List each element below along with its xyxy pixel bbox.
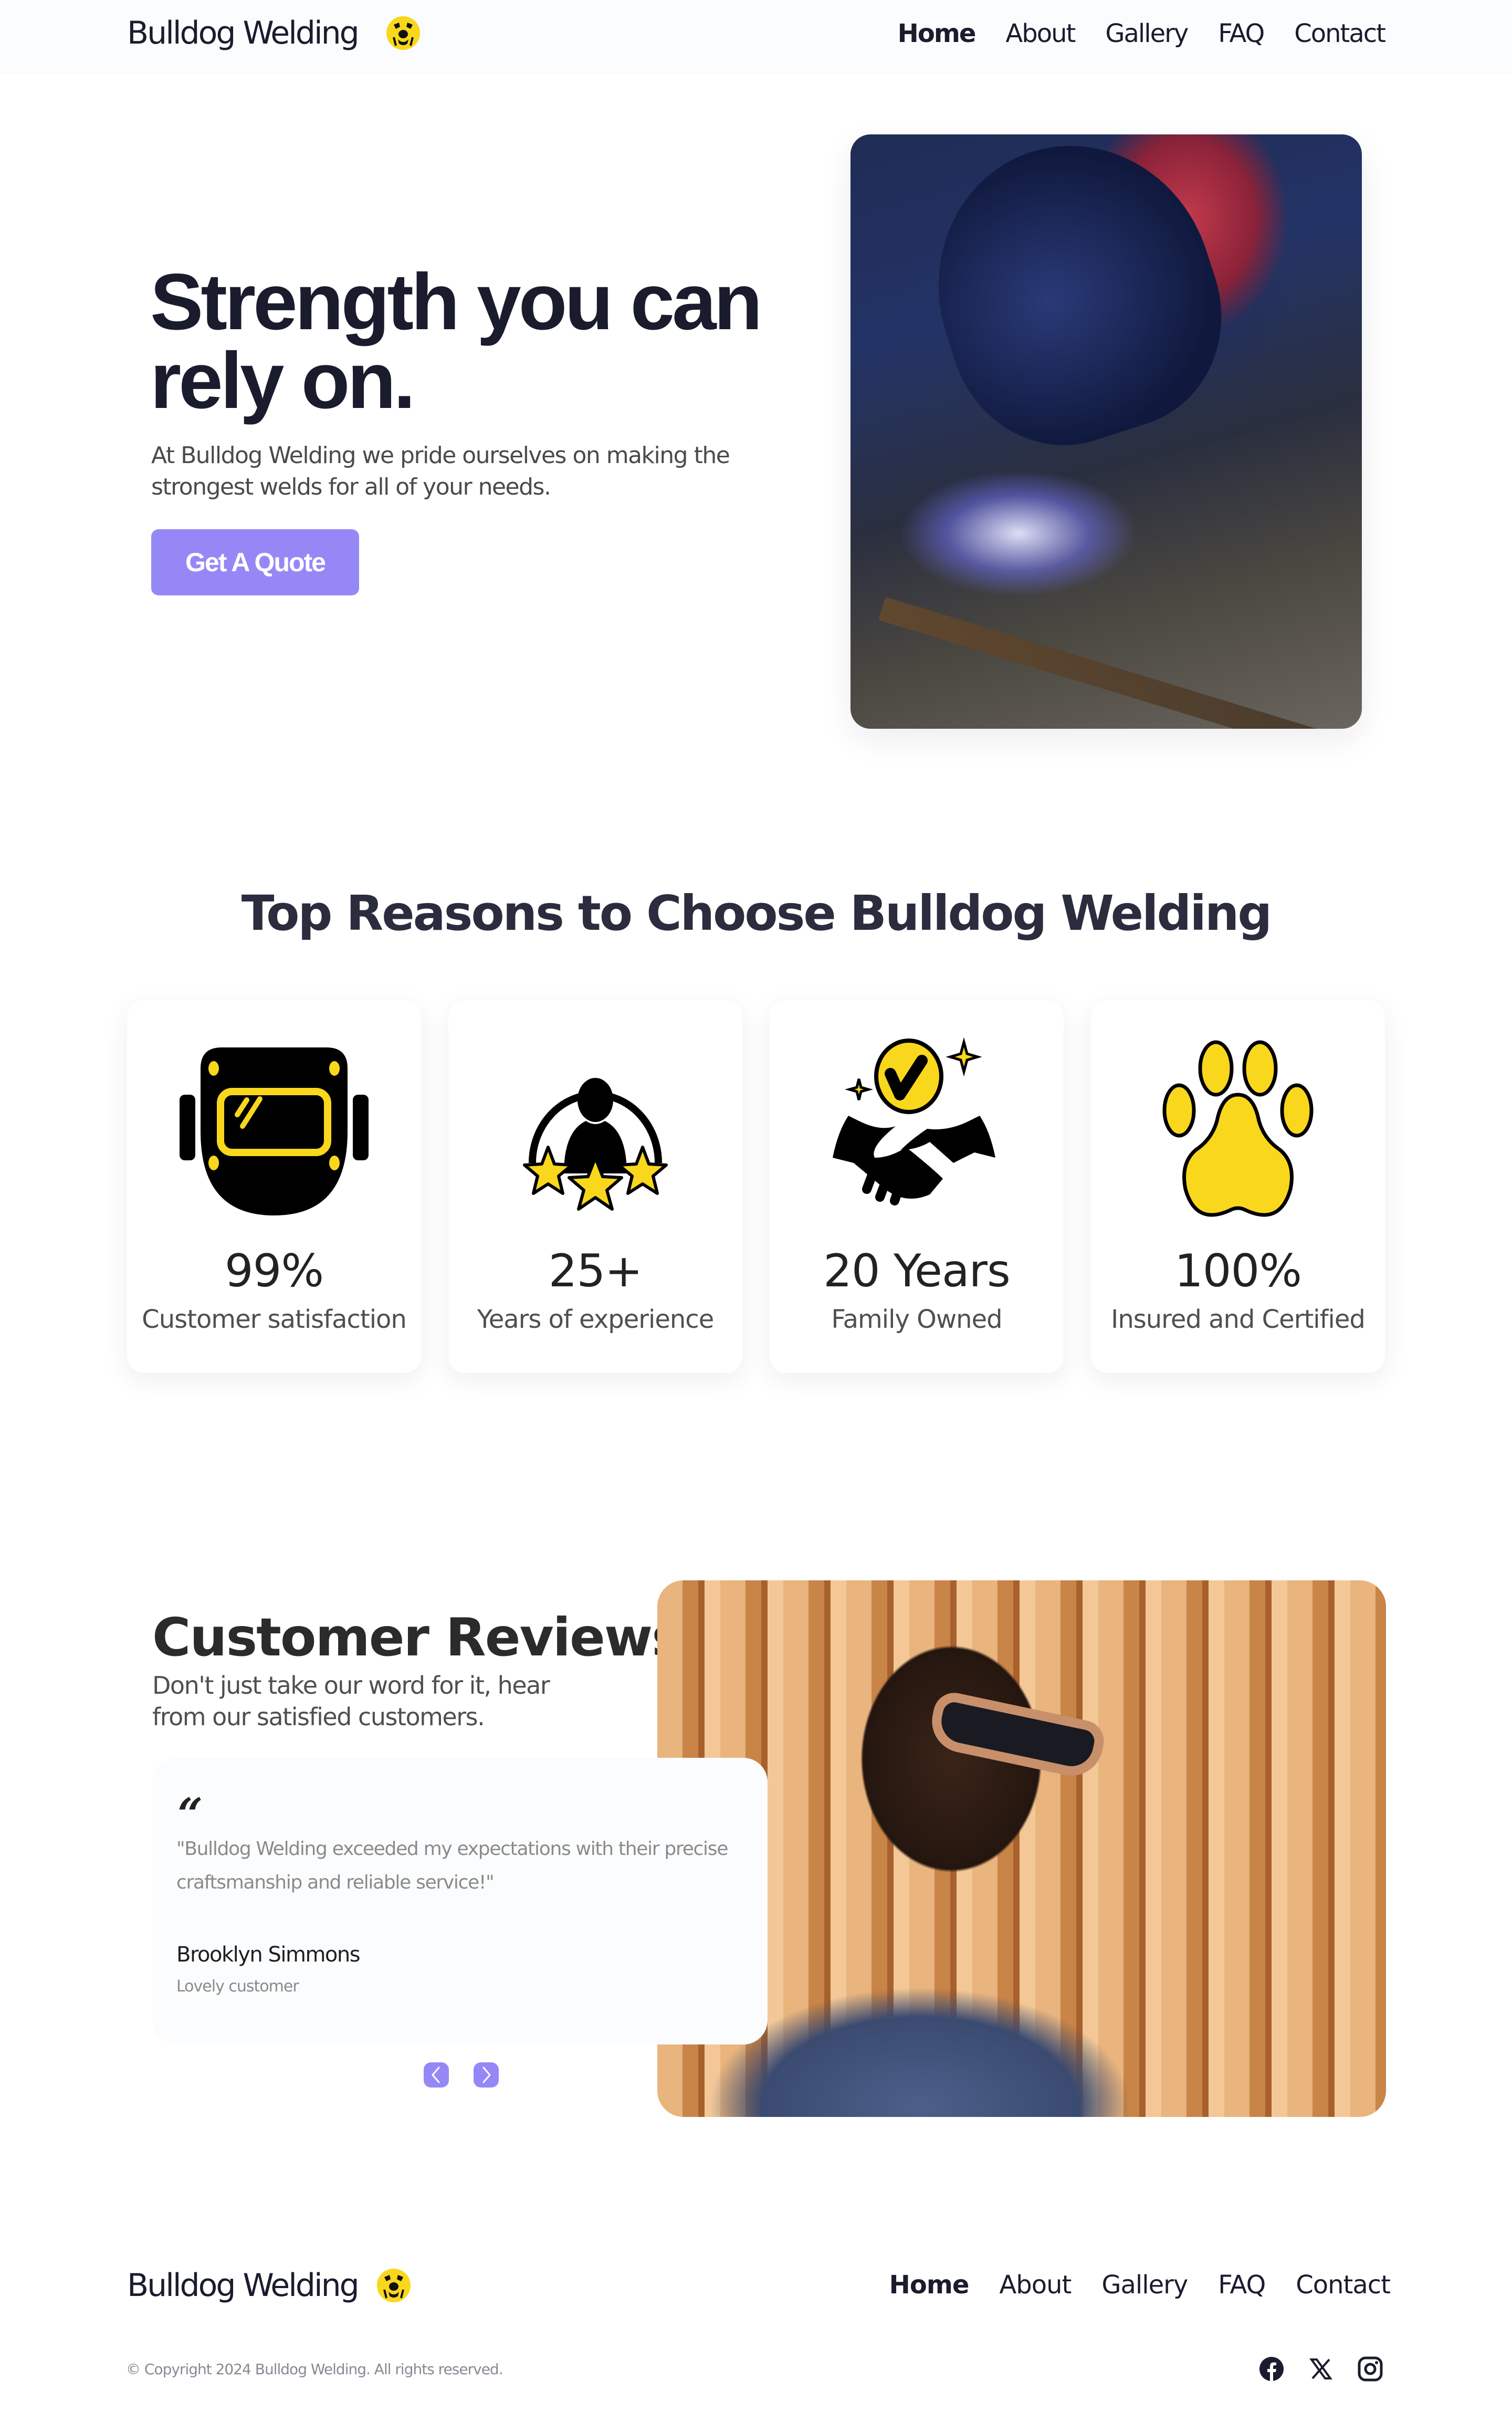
reason-card: 25+ Years of experience: [448, 1000, 742, 1373]
x-icon[interactable]: [1308, 2356, 1334, 2382]
brand-name: Bulldog Welding: [127, 15, 360, 51]
paw-print-icon: [1162, 1040, 1314, 1217]
steel-bar-shape: [878, 597, 1362, 729]
footer-brand-name: Bulldog Welding: [127, 2267, 360, 2304]
brand[interactable]: Bulldog Welding: [127, 15, 420, 51]
footer-link-contact[interactable]: Contact: [1296, 2270, 1391, 2300]
reviews-subtitle: Don't just take our word for it, hear fr…: [152, 1671, 550, 1731]
reason-card: 99% Customer satisfaction: [127, 1000, 421, 1373]
welding-mask-icon: [180, 1047, 369, 1215]
review-card: “ "Bulldog Welding exceeded my expectati…: [152, 1758, 768, 2044]
review-text: "Bulldog Welding exceeded my expectation…: [176, 1838, 728, 1893]
reasons-cards: 99% Customer satisfaction 25+ Years of e…: [127, 1000, 1385, 1373]
person-stars-icon: [523, 1078, 668, 1211]
nav-link-contact[interactable]: Contact: [1294, 19, 1386, 48]
chevron-right-icon: [482, 2067, 491, 2083]
quote-mark-icon: “: [177, 1788, 203, 1840]
bulldog-face-icon: [376, 2269, 411, 2302]
reason-card: 100% Insured and Certified: [1091, 1000, 1385, 1373]
reason-label: Family Owned: [831, 1305, 1002, 1334]
nav-link-gallery[interactable]: Gallery: [1105, 19, 1189, 48]
reason-label: Years of experience: [477, 1305, 714, 1334]
hero-title: Strength you can rely on.: [150, 257, 762, 425]
footer-links: Home About Gallery FAQ Contact: [889, 2270, 1391, 2300]
nav-link-faq[interactable]: FAQ: [1218, 19, 1265, 48]
reason-label: Customer satisfaction: [142, 1305, 407, 1334]
instagram-icon[interactable]: [1358, 2356, 1383, 2382]
reason-value: 20 Years: [823, 1245, 1011, 1297]
chevron-left-icon: [432, 2067, 440, 2083]
social-links: [1259, 2356, 1383, 2382]
footer-link-gallery[interactable]: Gallery: [1101, 2270, 1188, 2300]
reviewer-role: Lovely customer: [176, 1977, 299, 1996]
reviews-title: Customer Reviews: [152, 1607, 683, 1668]
footer-link-faq[interactable]: FAQ: [1218, 2270, 1266, 2300]
welding-helmet-shape: [901, 134, 1252, 474]
hero-welder-image: [850, 134, 1362, 729]
reason-value: 100%: [1174, 1245, 1302, 1297]
sunglasses-shape: [926, 1689, 1108, 1782]
top-nav: Bulldog Welding Home About Gallery FAQ C…: [0, 0, 1512, 74]
footer-link-about[interactable]: About: [999, 2270, 1072, 2300]
copyright: © Copyright 2024 Bulldog Welding. All ri…: [126, 2361, 503, 2378]
nav-link-about[interactable]: About: [1005, 19, 1076, 48]
hero-subtitle: At Bulldog Welding we pride ourselves on…: [151, 442, 730, 500]
footer-link-home[interactable]: Home: [889, 2270, 970, 2300]
get-quote-button[interactable]: Get A Quote: [151, 529, 359, 595]
handshake-check-icon: [833, 1037, 995, 1205]
reviewer-name: Brooklyn Simmons: [176, 1943, 361, 1967]
nav-link-home[interactable]: Home: [898, 19, 976, 48]
prev-review-button[interactable]: [424, 2062, 449, 2088]
reason-value: 25+: [548, 1245, 643, 1297]
nav-links: Home About Gallery FAQ Contact: [898, 19, 1386, 48]
next-review-button[interactable]: [474, 2062, 499, 2088]
reason-value: 99%: [224, 1245, 324, 1297]
reason-card: 20 Years Family Owned: [770, 1000, 1064, 1373]
footer-brand[interactable]: Bulldog Welding: [127, 2267, 411, 2304]
bulldog-face-icon: [386, 16, 420, 50]
facebook-icon[interactable]: [1259, 2356, 1284, 2382]
reason-label: Insured and Certified: [1111, 1305, 1366, 1334]
reasons-title: Top Reasons to Choose Bulldog Welding: [241, 885, 1273, 941]
